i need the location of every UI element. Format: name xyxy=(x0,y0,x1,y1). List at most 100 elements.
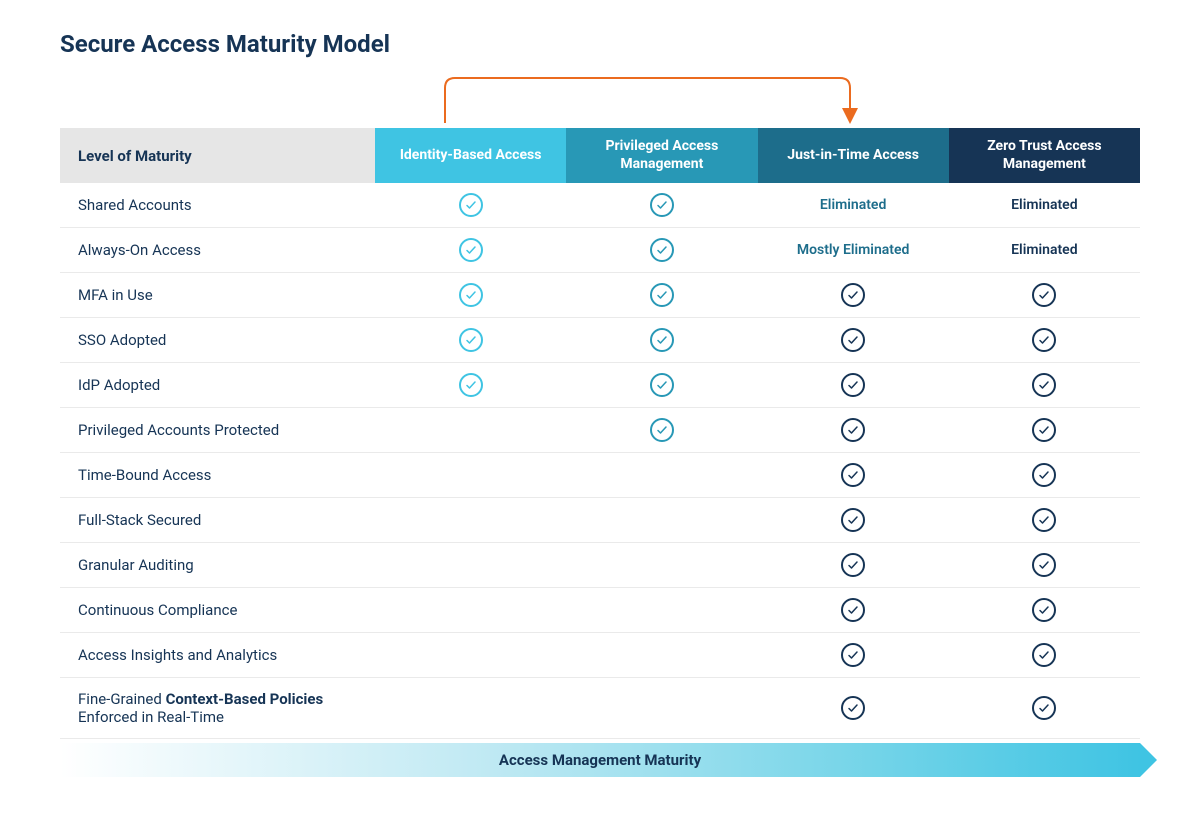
cell xyxy=(949,273,1140,318)
cell: Eliminated xyxy=(758,183,949,228)
cell xyxy=(566,408,757,453)
check-icon xyxy=(841,553,865,577)
maturity-table: Level of Maturity Identity-Based Access … xyxy=(60,128,1140,739)
cell xyxy=(566,678,757,739)
check-icon xyxy=(650,373,674,397)
check-icon xyxy=(1032,553,1056,577)
check-icon xyxy=(650,193,674,217)
cell xyxy=(375,633,566,678)
check-icon xyxy=(1032,598,1056,622)
header-col-0: Identity-Based Access xyxy=(375,128,566,183)
cell xyxy=(375,273,566,318)
cell xyxy=(375,678,566,739)
header-col-1: Privileged Access Management xyxy=(566,128,757,183)
cell-text: Mostly Eliminated xyxy=(797,242,910,258)
check-icon xyxy=(650,238,674,262)
maturity-gradient-bar: Access Management Maturity xyxy=(60,743,1140,777)
cell xyxy=(566,363,757,408)
row-label: IdP Adopted xyxy=(60,363,375,408)
transition-arrow xyxy=(60,68,1140,128)
cell xyxy=(566,453,757,498)
check-icon xyxy=(459,373,483,397)
cell xyxy=(758,453,949,498)
cell xyxy=(566,543,757,588)
check-icon xyxy=(1032,463,1056,487)
row-label: Fine-Grained Context-Based Policies Enfo… xyxy=(60,678,375,739)
table-row: Fine-Grained Context-Based Policies Enfo… xyxy=(60,678,1140,739)
row-label: Always-On Access xyxy=(60,228,375,273)
cell xyxy=(375,408,566,453)
cell xyxy=(375,543,566,588)
table-row: Shared Accounts Eliminated Eliminated xyxy=(60,183,1140,228)
check-icon xyxy=(841,418,865,442)
cell xyxy=(758,633,949,678)
cell xyxy=(949,498,1140,543)
cell xyxy=(758,318,949,363)
row-label: Access Insights and Analytics xyxy=(60,633,375,678)
table-row: MFA in Use xyxy=(60,273,1140,318)
check-icon xyxy=(841,328,865,352)
cell xyxy=(375,318,566,363)
cell xyxy=(566,318,757,363)
cell xyxy=(949,543,1140,588)
cell xyxy=(566,633,757,678)
cell xyxy=(758,363,949,408)
cell xyxy=(375,498,566,543)
check-icon xyxy=(1032,418,1056,442)
cell xyxy=(758,588,949,633)
cell xyxy=(375,363,566,408)
check-icon xyxy=(650,418,674,442)
table-row: Always-On Access Mostly Eliminated Elimina… xyxy=(60,228,1140,273)
check-icon xyxy=(841,696,865,720)
cell: Eliminated xyxy=(949,228,1140,273)
cell xyxy=(375,453,566,498)
row-label: MFA in Use xyxy=(60,273,375,318)
cell xyxy=(949,588,1140,633)
row-label: Granular Auditing xyxy=(60,543,375,588)
header-col-3: Zero Trust Access Management xyxy=(949,128,1140,183)
row-label: Privileged Accounts Protected xyxy=(60,408,375,453)
cell xyxy=(949,408,1140,453)
row-label: Shared Accounts xyxy=(60,183,375,228)
cell-text: Eliminated xyxy=(1011,197,1077,213)
table-row: IdP Adopted xyxy=(60,363,1140,408)
check-icon xyxy=(1032,328,1056,352)
cell-text: Eliminated xyxy=(820,197,886,213)
header-label: Level of Maturity xyxy=(60,128,375,183)
table-row: Continuous Compliance xyxy=(60,588,1140,633)
cell xyxy=(949,633,1140,678)
cell xyxy=(375,228,566,273)
cell xyxy=(758,408,949,453)
check-icon xyxy=(841,598,865,622)
table-row: Time-Bound Access xyxy=(60,453,1140,498)
cell xyxy=(949,678,1140,739)
row-label: SSO Adopted xyxy=(60,318,375,363)
check-icon xyxy=(459,283,483,307)
check-icon xyxy=(841,508,865,532)
check-icon xyxy=(841,373,865,397)
cell xyxy=(949,363,1140,408)
cell xyxy=(566,273,757,318)
check-icon xyxy=(1032,283,1056,307)
check-icon xyxy=(1032,508,1056,532)
row-label: Continuous Compliance xyxy=(60,588,375,633)
cell xyxy=(375,183,566,228)
table-row: Full-Stack Secured xyxy=(60,498,1140,543)
cell xyxy=(758,273,949,318)
check-icon xyxy=(1032,643,1056,667)
table-header-row: Level of Maturity Identity-Based Access … xyxy=(60,128,1140,183)
check-icon xyxy=(841,283,865,307)
table-row: Access Insights and Analytics xyxy=(60,633,1140,678)
table-row: Privileged Accounts Protected xyxy=(60,408,1140,453)
table-row: Granular Auditing xyxy=(60,543,1140,588)
check-icon xyxy=(841,463,865,487)
cell xyxy=(566,183,757,228)
cell xyxy=(758,543,949,588)
check-icon xyxy=(1032,696,1056,720)
check-icon xyxy=(650,283,674,307)
cell xyxy=(758,678,949,739)
cell xyxy=(566,228,757,273)
cell xyxy=(758,498,949,543)
cell xyxy=(566,588,757,633)
check-icon xyxy=(459,193,483,217)
